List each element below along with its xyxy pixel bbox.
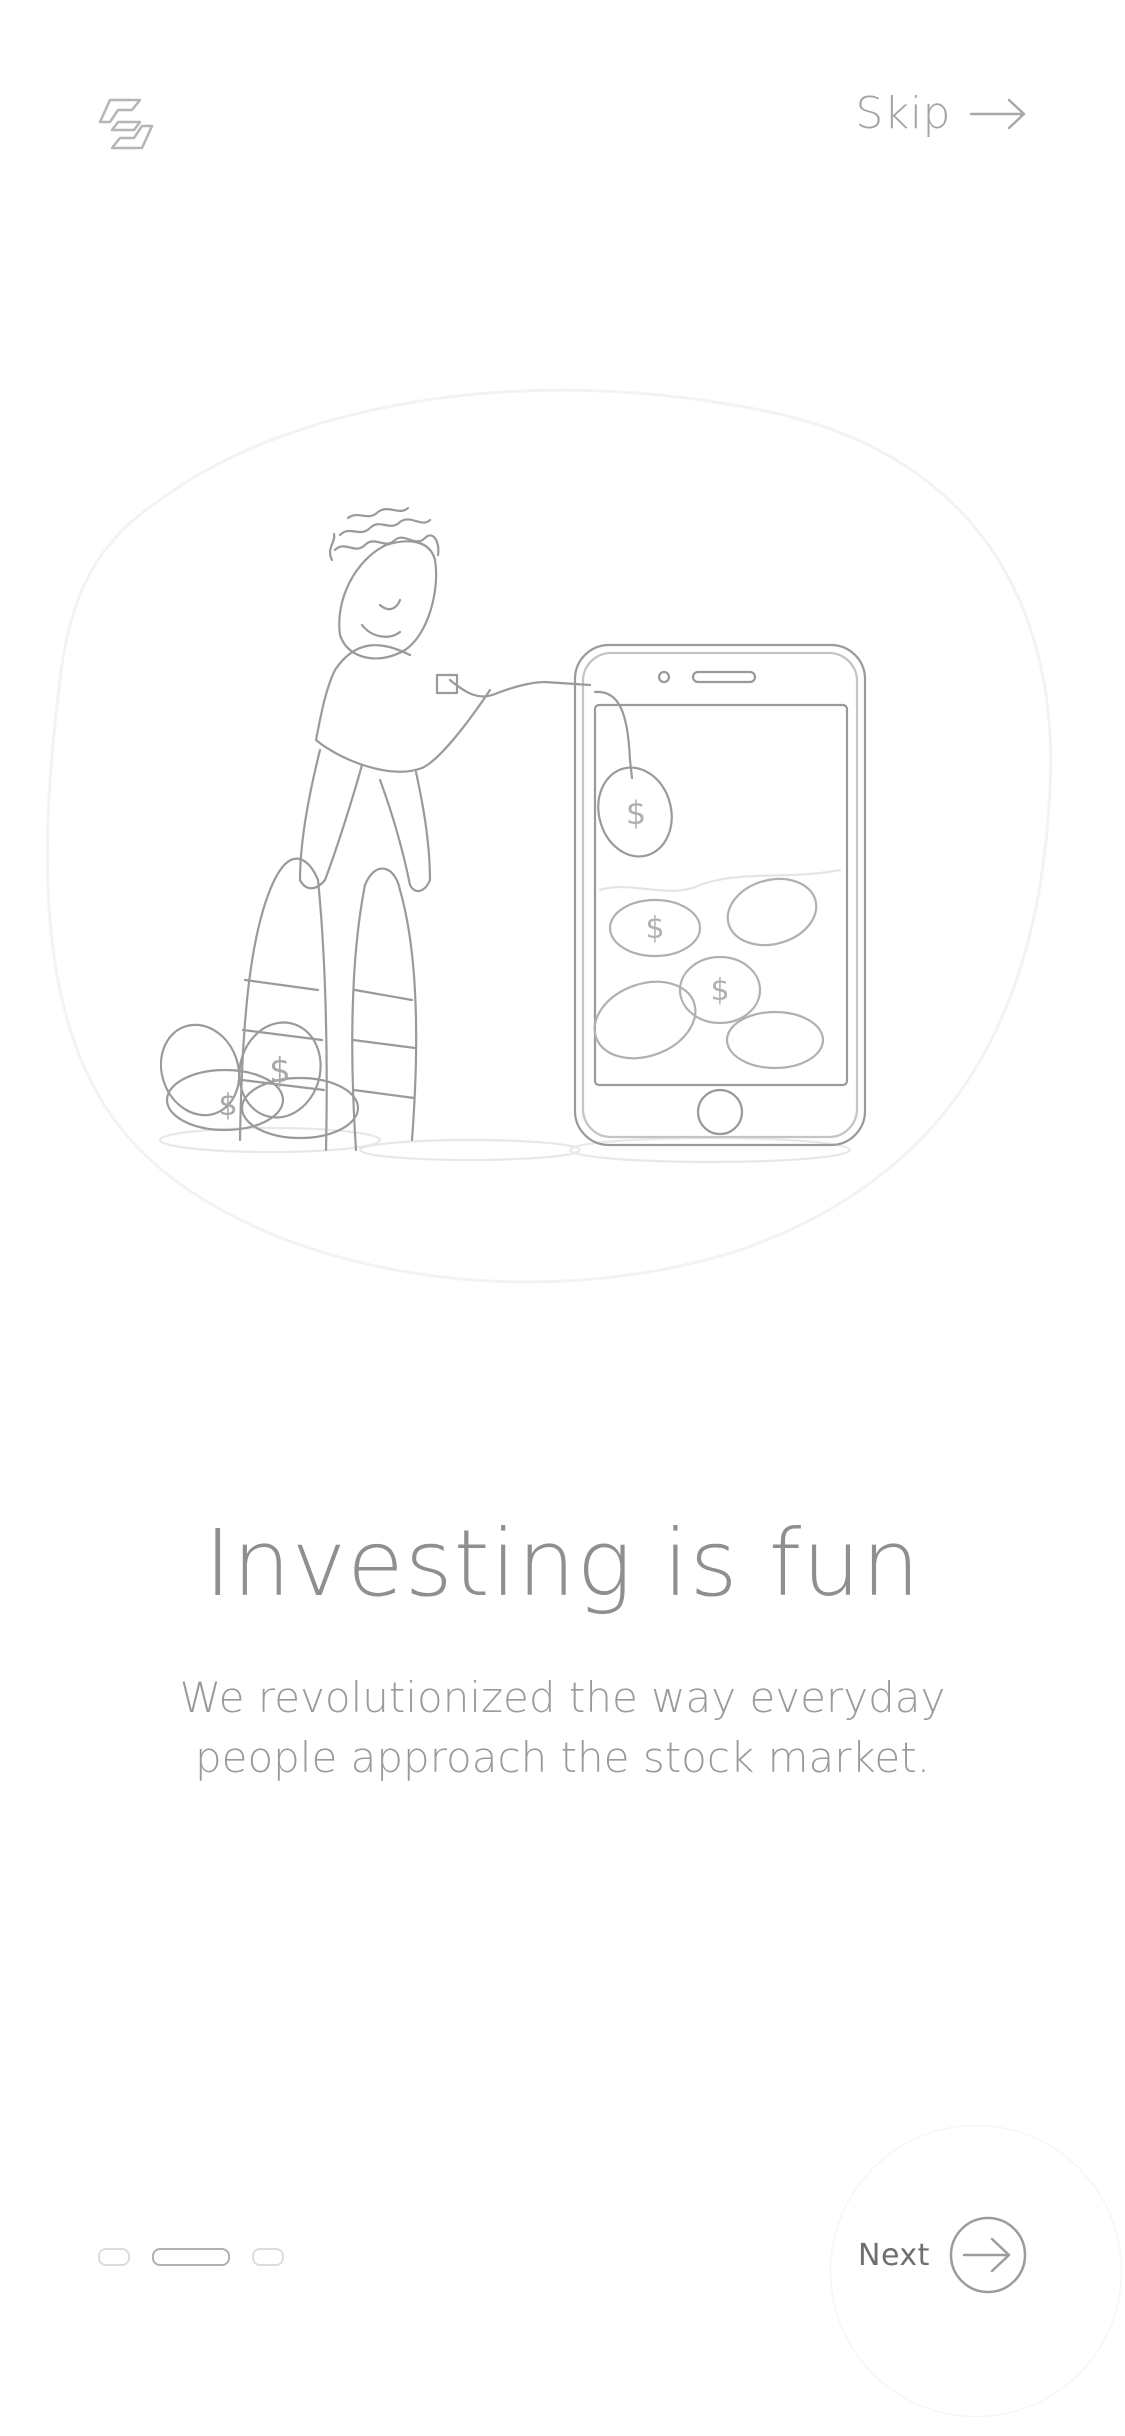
brand-logo-icon — [98, 98, 154, 150]
pagination-dot[interactable] — [252, 2248, 284, 2266]
next-button[interactable]: Next — [858, 2215, 1028, 2295]
arrow-right-circle-icon — [949, 2216, 1027, 2294]
skip-label: Skip — [855, 88, 951, 139]
svg-text:$: $ — [626, 794, 646, 832]
svg-text:$: $ — [710, 973, 729, 1008]
page-subtitle: We revolutionized the way everyday peopl… — [179, 1673, 946, 1782]
pagination-dot-active[interactable] — [152, 2248, 230, 2266]
pagination-dot[interactable] — [98, 2248, 130, 2266]
skip-button[interactable]: Skip — [855, 88, 1027, 139]
svg-text:$: $ — [269, 1051, 291, 1091]
pagination-dots — [98, 2248, 284, 2266]
arrow-right-icon — [969, 98, 1026, 129]
svg-text:$: $ — [218, 1088, 237, 1123]
person-phone-coins-illustration: $ $ $ $ $ — [158, 506, 867, 1164]
next-label: Next — [858, 2237, 930, 2273]
svg-text:$: $ — [645, 911, 664, 946]
page-title: Investing is fun — [204, 1510, 921, 1617]
